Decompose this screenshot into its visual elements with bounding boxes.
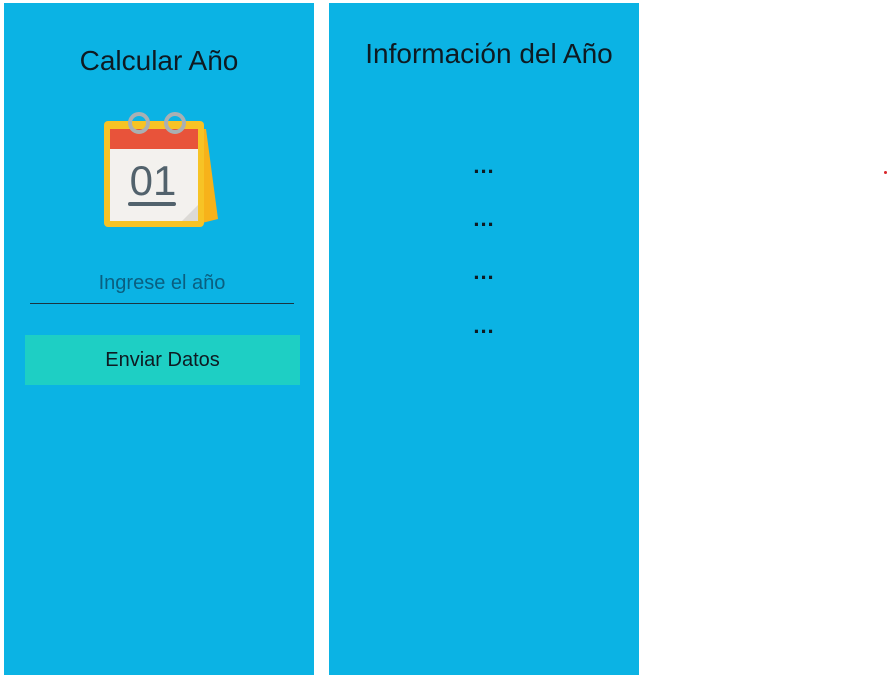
page-title: Calcular Año	[79, 45, 239, 76]
calendar-icon: 01	[104, 112, 218, 227]
calculate-year-screen: Calcular Año 01 Enviar Datos	[4, 3, 314, 675]
calendar-day-text: 01	[130, 157, 177, 204]
info-line: ...	[473, 206, 495, 231]
info-title: Información del Año	[365, 38, 613, 69]
info-line: ...	[473, 259, 495, 284]
app-screen: Calcular Año 01 Enviar Datos Información…	[0, 0, 889, 680]
year-input-container	[30, 265, 294, 304]
info-line: ...	[473, 153, 495, 178]
info-line: ...	[473, 313, 495, 338]
submit-button[interactable]: Enviar Datos	[25, 335, 300, 385]
red-dot-marker	[884, 171, 887, 174]
year-info-screen: Información del Año ... ... ... ...	[329, 3, 639, 675]
year-input[interactable]	[30, 265, 294, 301]
